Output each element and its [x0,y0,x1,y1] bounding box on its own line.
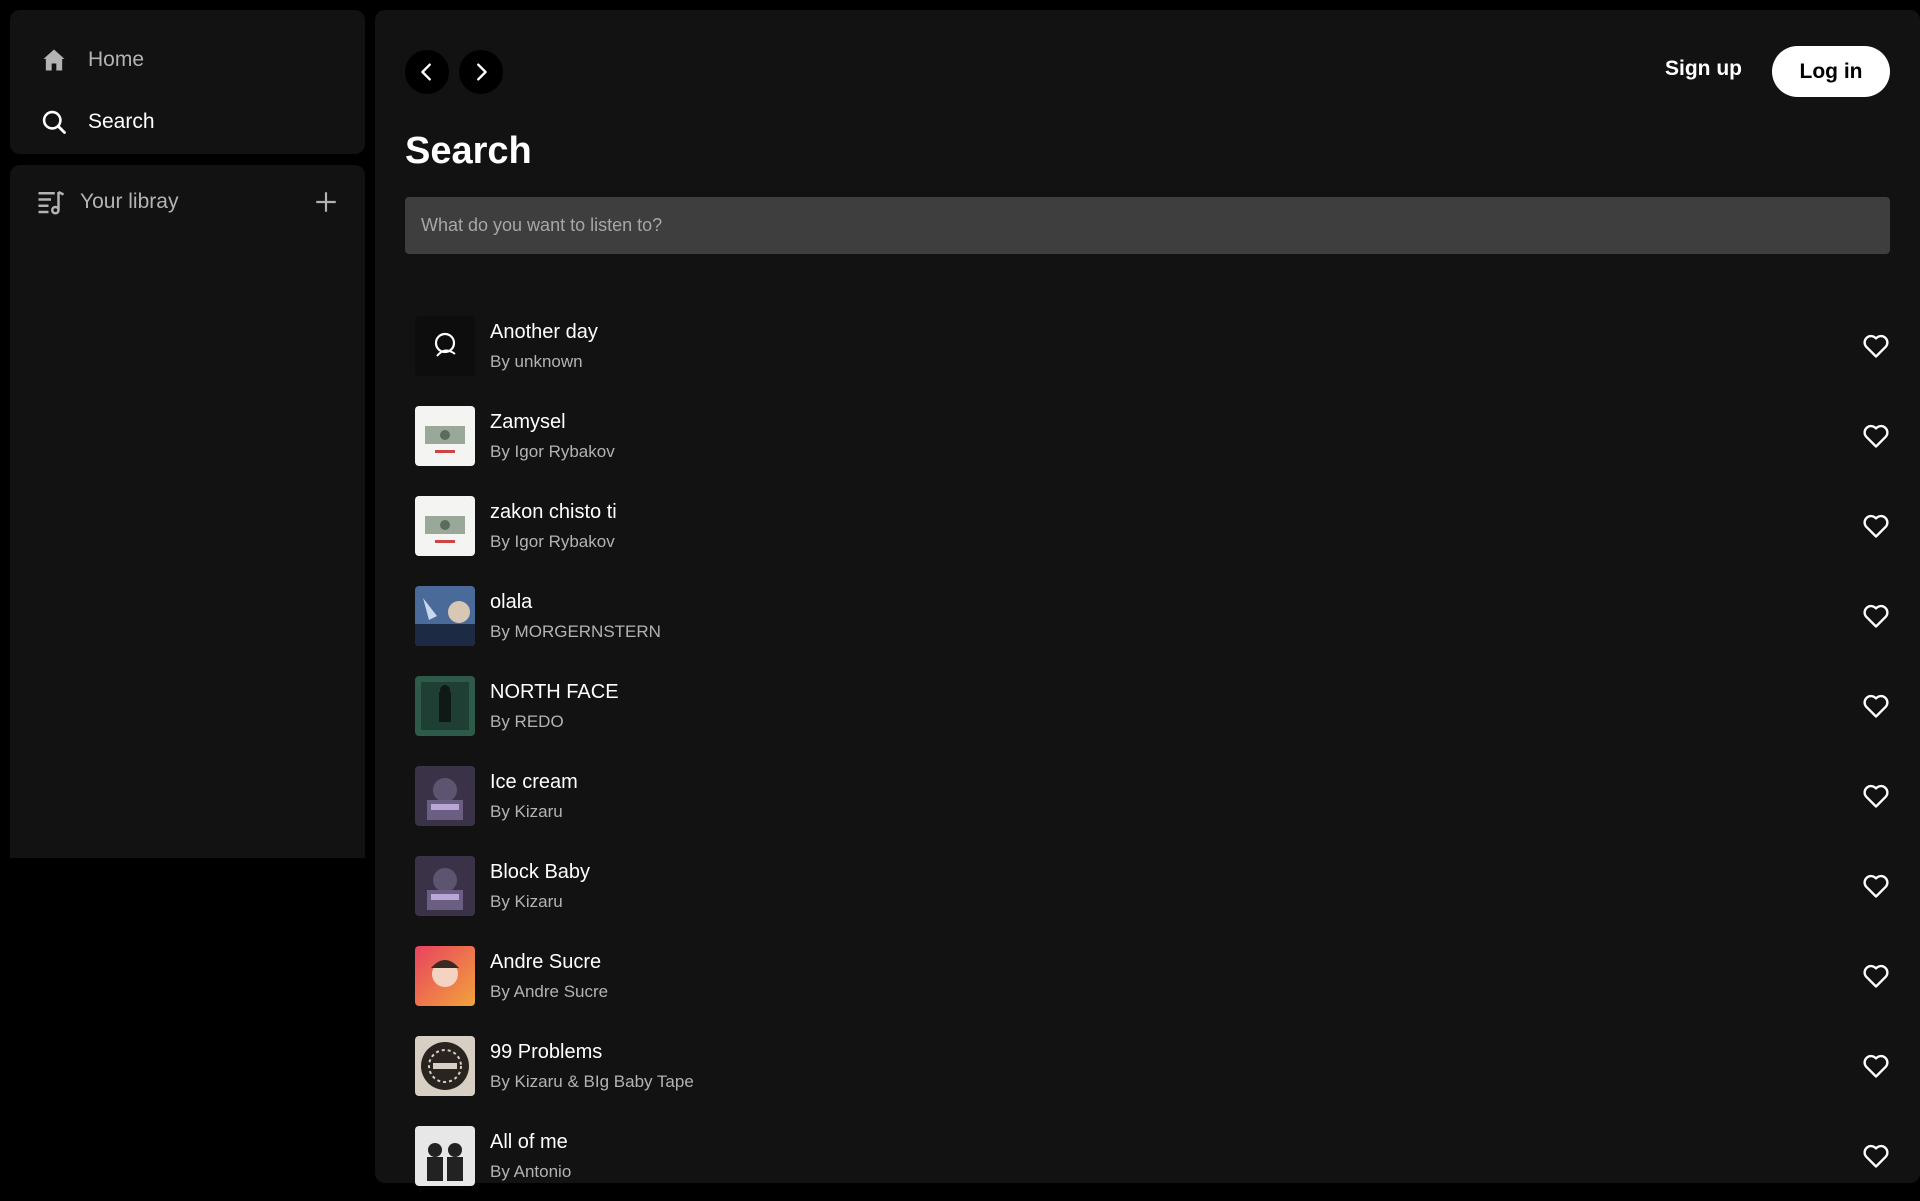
heart-icon[interactable] [1862,333,1890,359]
back-button[interactable] [405,50,449,94]
track-info: zakon chisto ti By Igor Rybakov [490,501,617,552]
track-info: Another day By unknown [490,321,598,372]
album-cover [415,1036,475,1096]
track-artist: By REDO [490,711,564,731]
track-artist: By MORGERNSTERN [490,621,661,641]
page-title: Search [405,130,532,172]
track-artist: By Kizaru [490,801,563,821]
library-header[interactable]: Your libray [36,185,339,219]
heart-icon[interactable] [1862,873,1890,899]
track-info: 99 Problems By Kizaru & BIg Baby Tape [490,1041,694,1092]
track-row[interactable]: Block Baby By Kizaru [405,841,1890,931]
heart-icon[interactable] [1862,513,1890,539]
track-row[interactable]: Andre Sucre By Andre Sucre [405,931,1890,1021]
track-artist: By Igor Rybakov [490,531,615,551]
track-info: All of me By Antonio [490,1131,571,1182]
search-results: Another day By unknown Zamysel By Igor R… [405,301,1890,1201]
track-info: Zamysel By Igor Rybakov [490,411,615,462]
track-title: NORTH FACE [490,680,619,703]
album-cover [415,946,475,1006]
album-cover [415,586,475,646]
sidebar-item-label: Home [88,48,145,71]
track-artist: By Andre Sucre [490,981,609,1001]
signup-button[interactable]: Sign up [1665,57,1742,81]
album-cover [415,316,475,376]
album-cover [415,856,475,916]
track-title: Zamysel [490,410,566,433]
heart-icon[interactable] [1862,693,1890,719]
forward-button[interactable] [459,50,503,94]
track-row[interactable]: NORTH FACE By REDO [405,661,1890,751]
track-title: Ice cream [490,770,578,793]
track-artist: By Antonio [490,1161,572,1181]
library-icon [38,190,65,215]
track-title: zakon chisto ti [490,500,617,523]
track-title: All of me [490,1130,568,1153]
heart-icon[interactable] [1862,963,1890,989]
search-input[interactable] [405,197,1890,254]
track-artist: By Igor Rybakov [490,441,615,461]
album-cover [415,766,475,826]
track-row[interactable]: zakon chisto ti By Igor Rybakov [405,481,1890,571]
track-info: Andre Sucre By Andre Sucre [490,951,608,1002]
track-info: olala By MORGERNSTERN [490,591,661,642]
plus-icon[interactable] [313,189,339,215]
track-row[interactable]: 99 Problems By Kizaru & BIg Baby Tape [405,1021,1890,1111]
sidebar-item-home[interactable]: Home [40,46,144,74]
track-row[interactable]: All of me By Antonio [405,1111,1890,1201]
track-info: Block Baby By Kizaru [490,861,590,912]
heart-icon[interactable] [1862,1053,1890,1079]
history-nav [405,50,503,94]
library-label: Your libray [80,190,179,213]
track-artist: By unknown [490,351,583,371]
track-row[interactable]: Another day By unknown [405,301,1890,391]
track-row[interactable]: olala By MORGERNSTERN [405,571,1890,661]
track-title: olala [490,590,533,613]
chevron-left-icon [421,63,431,81]
sidebar-library: Your libray [10,165,365,858]
track-row[interactable]: Zamysel By Igor Rybakov [405,391,1890,481]
track-info: NORTH FACE By REDO [490,681,619,732]
album-cover [415,1126,475,1186]
track-info: Ice cream By Kizaru [490,771,578,822]
search-icon [42,110,66,134]
heart-icon[interactable] [1862,603,1890,629]
sidebar-item-label: Search [88,110,155,133]
sidebar-item-search[interactable]: Search [40,108,155,136]
heart-icon[interactable] [1862,423,1890,449]
album-cover [415,676,475,736]
heart-icon[interactable] [1862,783,1890,809]
track-title: Andre Sucre [490,950,602,973]
track-title: Another day [490,320,598,343]
album-cover [415,406,475,466]
track-title: Block Baby [490,860,591,883]
main-panel: Sign up Log in Search Another day By unk… [375,10,1920,1186]
heart-icon[interactable] [1862,1143,1890,1169]
track-artist: By Kizaru & BIg Baby Tape [490,1071,694,1091]
home-icon [43,49,65,71]
login-button[interactable]: Log in [1772,46,1890,97]
track-artist: By Kizaru [490,891,563,911]
track-title: 99 Problems [490,1040,603,1063]
sidebar-nav: Home Search [10,10,365,154]
track-row[interactable]: Ice cream By Kizaru [405,751,1890,841]
album-cover [415,496,475,556]
chevron-right-icon [477,63,487,81]
